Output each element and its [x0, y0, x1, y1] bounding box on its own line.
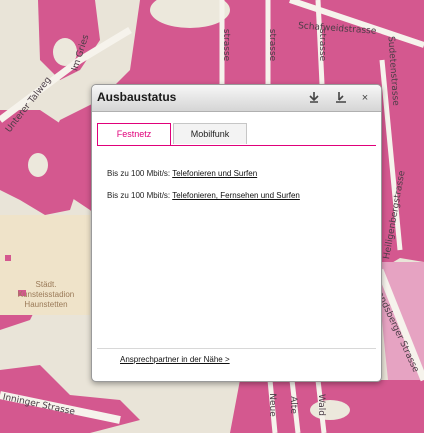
product-link[interactable]: Telefonieren und Surfen — [172, 169, 257, 178]
uncovered-patch — [28, 153, 48, 177]
street-label: Neue — [266, 393, 277, 417]
ausbaustatus-popup: Ausbaustatus × Festnetz Mobilfunk Bis zu… — [91, 84, 382, 382]
product-link[interactable]: Telefonieren, Fernsehen und Surfen — [172, 191, 300, 200]
street-label: Alte — [287, 396, 298, 414]
street-label: strasse — [221, 28, 232, 62]
poi-label: Städt. Kunsteisstadion Haunstetten — [6, 280, 86, 310]
drag-icon[interactable] — [307, 91, 321, 105]
poi-line: Kunsteisstadion — [17, 290, 75, 299]
building — [5, 255, 11, 261]
close-icon[interactable]: × — [358, 91, 372, 105]
speed-label: Bis zu 100 Mbit/s: — [107, 169, 171, 178]
popup-titlebar[interactable]: Ausbaustatus × — [92, 85, 381, 112]
speed-label: Bis zu 100 Mbit/s: — [107, 191, 171, 200]
speed-info-row: Bis zu 100 Mbit/s: Telefonieren, Fernseh… — [107, 191, 300, 200]
street-label: strasse — [267, 28, 278, 62]
popup-footer-divider — [97, 348, 376, 349]
street-label: strasse — [317, 28, 328, 62]
tab-mobilfunk[interactable]: Mobilfunk — [173, 123, 247, 144]
popup-title: Ausbaustatus — [97, 90, 177, 104]
poi-line: Städt. — [35, 280, 57, 289]
contact-link[interactable]: Ansprechpartner in der Nähe > — [120, 355, 230, 364]
street-label: Wald — [316, 393, 327, 417]
tab-bar: Festnetz Mobilfunk — [97, 123, 376, 146]
poi-line: Haunstetten — [24, 300, 68, 309]
pin-icon[interactable] — [334, 91, 348, 105]
speed-info-row: Bis zu 100 Mbit/s: Telefonieren und Surf… — [107, 169, 257, 178]
tab-festnetz[interactable]: Festnetz — [97, 123, 171, 145]
